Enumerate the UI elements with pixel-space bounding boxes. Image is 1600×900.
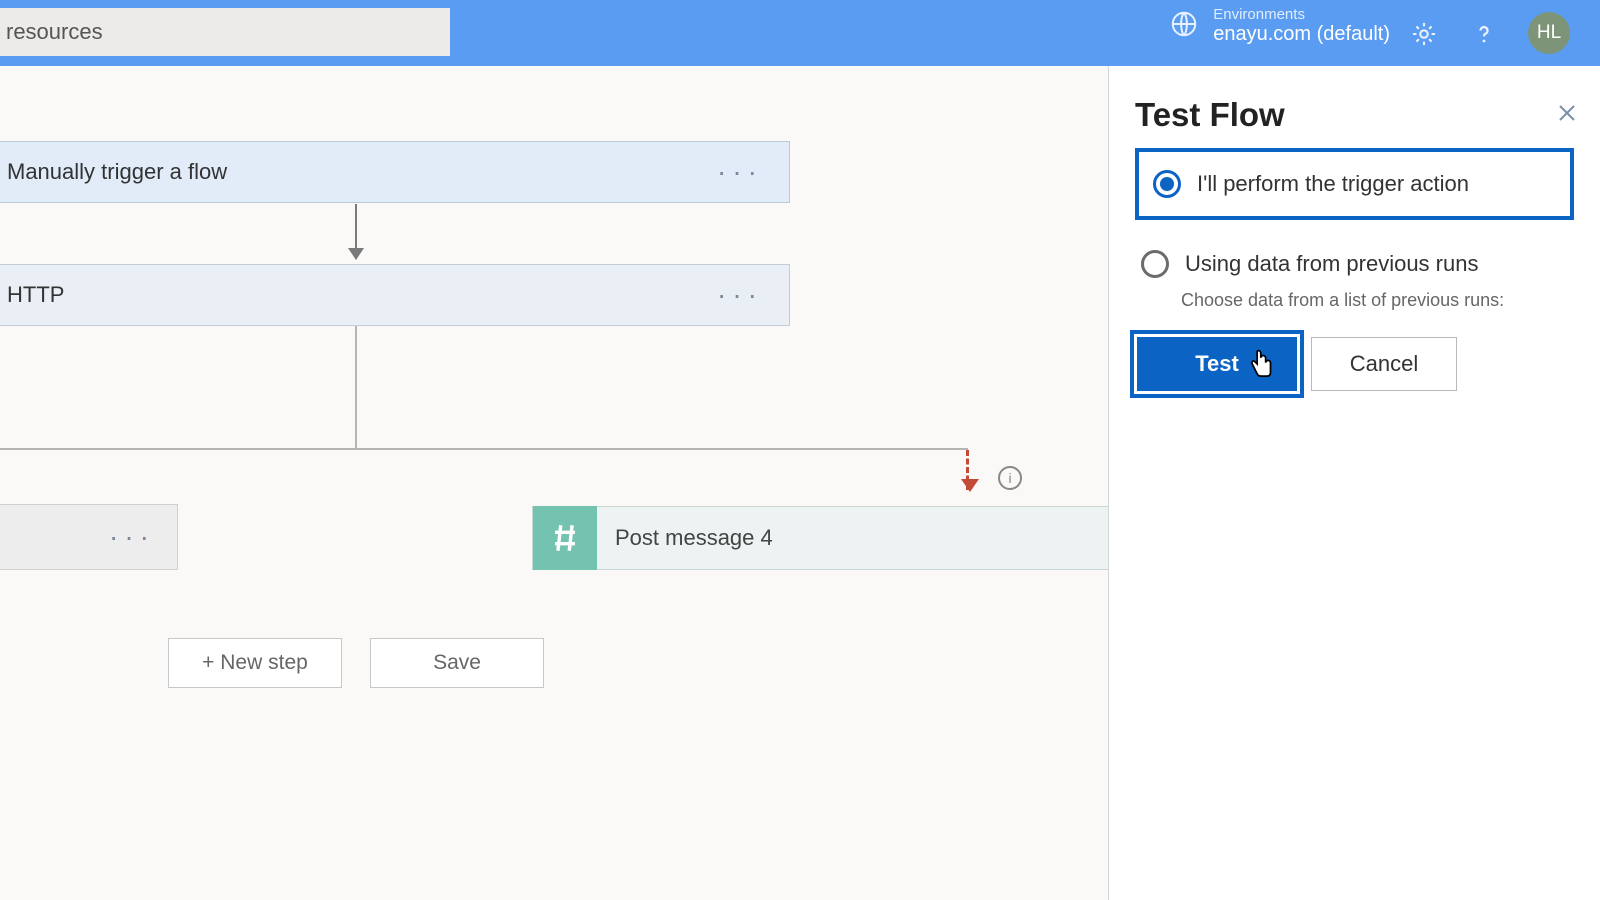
post-message-card[interactable]: Post message 4 xyxy=(532,506,1108,570)
environment-value: enayu.com (default) xyxy=(1213,23,1390,46)
trigger-label: Manually trigger a flow xyxy=(0,159,227,185)
help-icon[interactable] xyxy=(1468,18,1500,50)
save-button[interactable]: Save xyxy=(370,638,544,688)
option-manual-label: I'll perform the trigger action xyxy=(1197,171,1469,197)
test-button[interactable]: Test xyxy=(1137,337,1297,391)
app-header: resources Environments enayu.com (defaul… xyxy=(0,0,1600,66)
panel-title: Test Flow xyxy=(1135,96,1574,134)
close-icon[interactable] xyxy=(1552,98,1582,128)
environment-picker[interactable]: Environments enayu.com (default) xyxy=(1169,6,1390,46)
radio-selected-icon[interactable] xyxy=(1153,170,1181,198)
test-button-label: Test xyxy=(1195,351,1239,377)
cursor-icon xyxy=(1247,347,1277,381)
stub-menu-icon[interactable]: ··· xyxy=(109,521,155,553)
option-previous-label: Using data from previous runs xyxy=(1185,251,1478,277)
info-icon[interactable]: i xyxy=(998,466,1022,490)
arrow-icon xyxy=(355,204,357,259)
test-flow-panel: Test Flow I'll perform the trigger actio… xyxy=(1108,66,1600,900)
http-card[interactable]: HTTP ··· xyxy=(0,264,790,326)
cancel-button-label: Cancel xyxy=(1350,351,1418,377)
trigger-card[interactable]: Manually trigger a flow ··· xyxy=(0,141,790,203)
option-previous-sub: Choose data from a list of previous runs… xyxy=(1181,290,1574,311)
environment-label: Environments xyxy=(1213,6,1390,23)
http-menu-icon[interactable]: ··· xyxy=(717,279,763,311)
cancel-button[interactable]: Cancel xyxy=(1311,337,1457,391)
branch-card-left[interactable]: ··· xyxy=(0,504,178,570)
search-input[interactable]: resources xyxy=(0,8,450,56)
flow-canvas: Manually trigger a flow ··· HTTP ··· i ·… xyxy=(0,66,1108,900)
http-label: HTTP xyxy=(0,282,64,308)
trigger-menu-icon[interactable]: ··· xyxy=(717,156,763,188)
option-previous-row[interactable]: Using data from previous runs xyxy=(1135,240,1574,288)
gear-icon[interactable] xyxy=(1408,18,1440,50)
search-text: resources xyxy=(6,19,103,45)
post-label: Post message 4 xyxy=(597,525,773,551)
hash-icon xyxy=(533,506,597,570)
avatar-initials: HL xyxy=(1537,22,1561,44)
connector-line xyxy=(355,326,357,448)
option-manual-row[interactable]: I'll perform the trigger action xyxy=(1135,148,1574,220)
new-step-label: + New step xyxy=(202,651,308,675)
environment-text: Environments enayu.com (default) xyxy=(1213,6,1390,46)
new-step-button[interactable]: + New step xyxy=(168,638,342,688)
branch-line xyxy=(0,448,968,450)
save-label: Save xyxy=(433,651,481,675)
radio-unselected-icon[interactable] xyxy=(1141,250,1169,278)
panel-buttons: Test Cancel xyxy=(1137,337,1574,391)
globe-icon xyxy=(1169,9,1199,44)
dashed-arrow-icon xyxy=(966,450,969,490)
avatar[interactable]: HL xyxy=(1528,12,1570,54)
